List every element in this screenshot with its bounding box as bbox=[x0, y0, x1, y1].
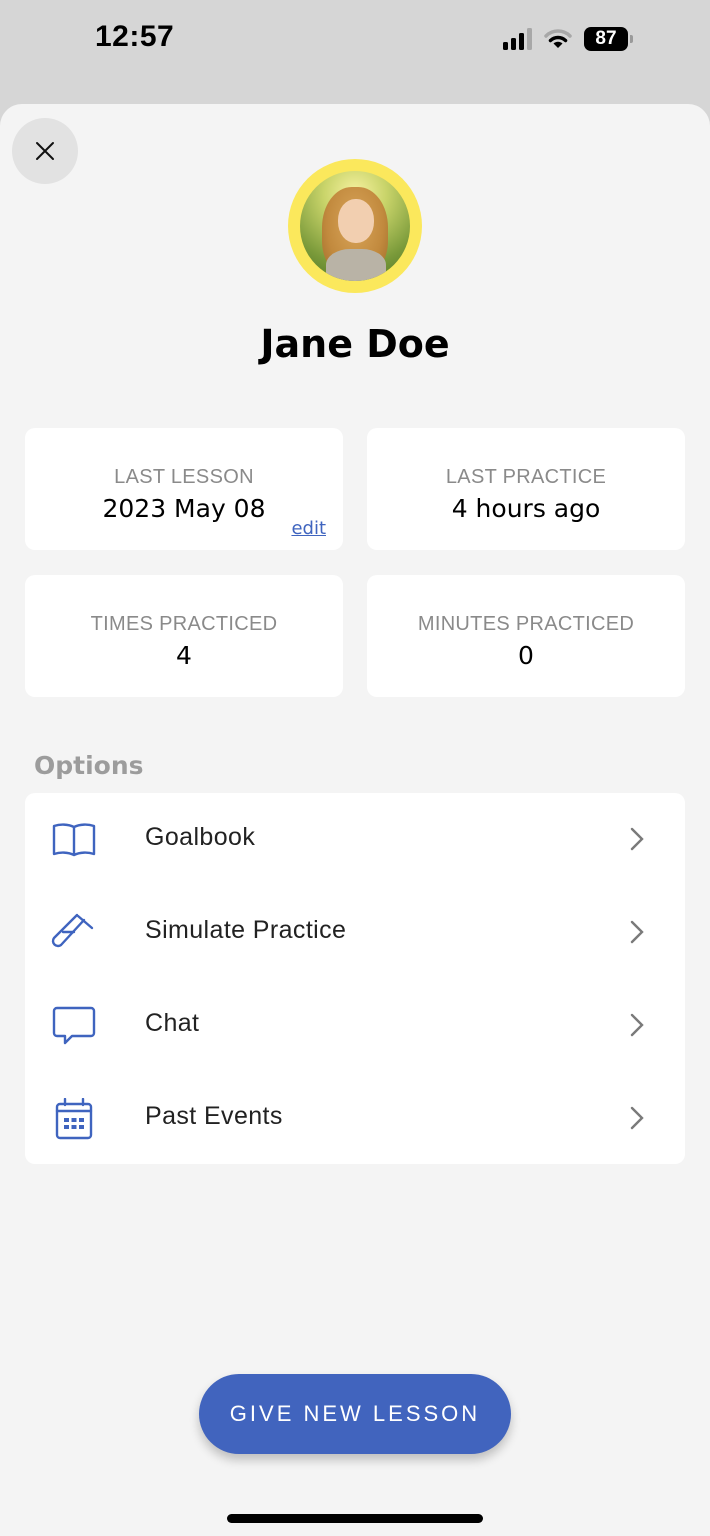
option-goalbook[interactable]: Goalbook bbox=[25, 793, 685, 886]
chevron-right-icon bbox=[630, 1106, 644, 1130]
stat-label: TIMES PRACTICED bbox=[90, 613, 278, 635]
book-open-icon bbox=[52, 823, 96, 857]
stat-value: 0 bbox=[518, 641, 534, 670]
chat-bubble-icon bbox=[52, 1006, 96, 1045]
option-label: Past Events bbox=[145, 1102, 283, 1130]
student-detail-sheet: Jane Doe LAST LESSON 2023 May 08 edit LA… bbox=[0, 104, 710, 1536]
option-simulate-practice[interactable]: Simulate Practice bbox=[25, 886, 685, 979]
student-name: Jane Doe bbox=[260, 322, 450, 366]
stat-value: 4 hours ago bbox=[451, 494, 601, 523]
cellular-signal-icon bbox=[503, 28, 532, 50]
status-icons: 87 bbox=[503, 25, 633, 53]
stat-card-last-practice: LAST PRACTICE 4 hours ago bbox=[367, 428, 685, 550]
wifi-icon bbox=[544, 29, 572, 48]
close-button[interactable] bbox=[12, 118, 78, 184]
battery-level: 87 bbox=[584, 27, 628, 51]
test-tube-icon bbox=[51, 913, 94, 948]
give-new-lesson-button[interactable]: GIVE NEW LESSON bbox=[199, 1374, 511, 1454]
status-time: 12:57 bbox=[95, 20, 175, 53]
chevron-right-icon bbox=[630, 920, 644, 944]
home-indicator[interactable] bbox=[227, 1514, 483, 1523]
avatar bbox=[288, 159, 422, 293]
stat-label: MINUTES PRACTICED bbox=[417, 613, 635, 635]
option-chat[interactable]: Chat bbox=[25, 979, 685, 1072]
chevron-right-icon bbox=[630, 827, 644, 851]
option-label: Chat bbox=[145, 1009, 200, 1037]
options-heading: Options bbox=[34, 751, 144, 780]
stat-card-minutes-practiced: MINUTES PRACTICED 0 bbox=[367, 575, 685, 697]
stat-value: 4 bbox=[176, 641, 192, 670]
edit-last-lesson-link[interactable]: edit bbox=[291, 518, 326, 539]
options-list: Goalbook Simulate Practice Chat Past Eve… bbox=[25, 793, 685, 1164]
avatar-photo bbox=[300, 171, 410, 281]
option-past-events[interactable]: Past Events bbox=[25, 1072, 685, 1165]
stat-label: LAST PRACTICE bbox=[445, 466, 607, 488]
stat-card-last-lesson: LAST LESSON 2023 May 08 edit bbox=[25, 428, 343, 550]
calendar-icon bbox=[55, 1098, 93, 1140]
chevron-right-icon bbox=[630, 1013, 644, 1037]
option-label: Goalbook bbox=[145, 823, 256, 851]
close-icon bbox=[36, 142, 54, 160]
status-bar: 12:57 87 bbox=[0, 0, 710, 80]
option-label: Simulate Practice bbox=[145, 916, 347, 944]
stat-label: LAST LESSON bbox=[114, 466, 254, 488]
stat-card-times-practiced: TIMES PRACTICED 4 bbox=[25, 575, 343, 697]
battery-icon: 87 bbox=[584, 27, 633, 51]
